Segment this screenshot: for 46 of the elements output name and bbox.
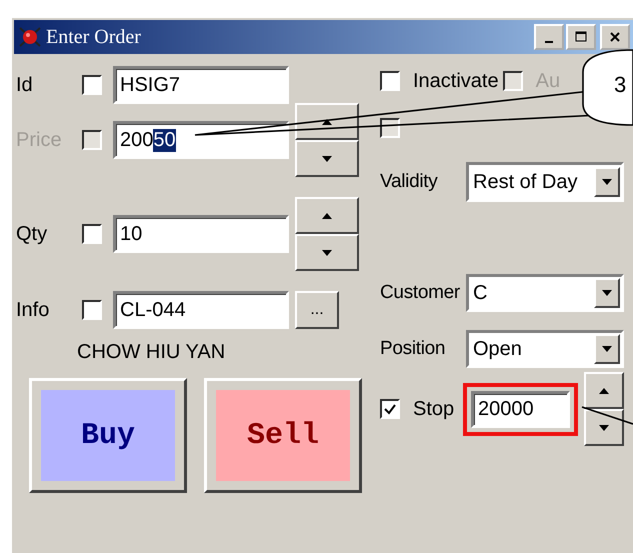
spin-down-button[interactable] [584,409,624,446]
window-title: Enter Order [46,26,142,48]
leader-line [582,406,633,425]
callout-number: 3 [614,72,626,98]
spin-up-button[interactable] [295,103,359,140]
spin-down-button[interactable] [295,234,359,271]
spin-up-button[interactable] [584,372,624,409]
down-triangle-icon [321,154,333,162]
down-triangle-icon [598,424,610,432]
input-field[interactable]: HSIG7 [113,66,289,104]
sell-button[interactable]: Sell [204,378,362,493]
buy-button[interactable]: Buy [29,378,187,493]
combo-label: Customer [380,282,461,304]
up-triangle-icon [598,386,610,394]
app-icon [18,26,42,48]
down-triangle-icon [321,248,333,256]
field-label: Info [15,298,50,322]
dropdown[interactable]: Open [466,330,624,368]
input-field[interactable]: CL-044 [113,291,289,329]
dropdown[interactable]: Rest of Day [466,162,624,202]
input-field[interactable]: 10 [113,215,289,253]
close-icon [609,31,621,43]
checkbox-label: Stop [413,398,456,420]
spin-up-button[interactable] [295,197,359,234]
checkbox[interactable] [82,75,102,95]
customer-name: CHOW HIU YAN [77,341,226,364]
maximize-icon [575,31,587,43]
input-field[interactable]: 20000 [471,390,570,428]
field-label: Id [15,74,34,96]
combo-label: Position [380,338,446,360]
spin-down-button[interactable] [295,140,359,177]
minimize-icon [545,41,553,43]
checkbox[interactable] [380,71,400,91]
checkbox[interactable] [82,300,102,320]
checkbox[interactable] [82,224,102,244]
lookup-button[interactable]: ... [295,291,339,329]
checkmark-icon [383,402,397,416]
close-button[interactable] [600,24,630,50]
up-triangle-icon [321,212,333,220]
checkbox[interactable] [380,399,400,419]
combo-label: Validity [380,171,439,193]
field-label: Qty [15,222,48,246]
dropdown[interactable]: C [466,274,624,312]
maximize-button[interactable] [566,24,596,50]
minimize-button[interactable] [534,24,564,50]
checkbox-label: Inactivate [413,70,499,92]
